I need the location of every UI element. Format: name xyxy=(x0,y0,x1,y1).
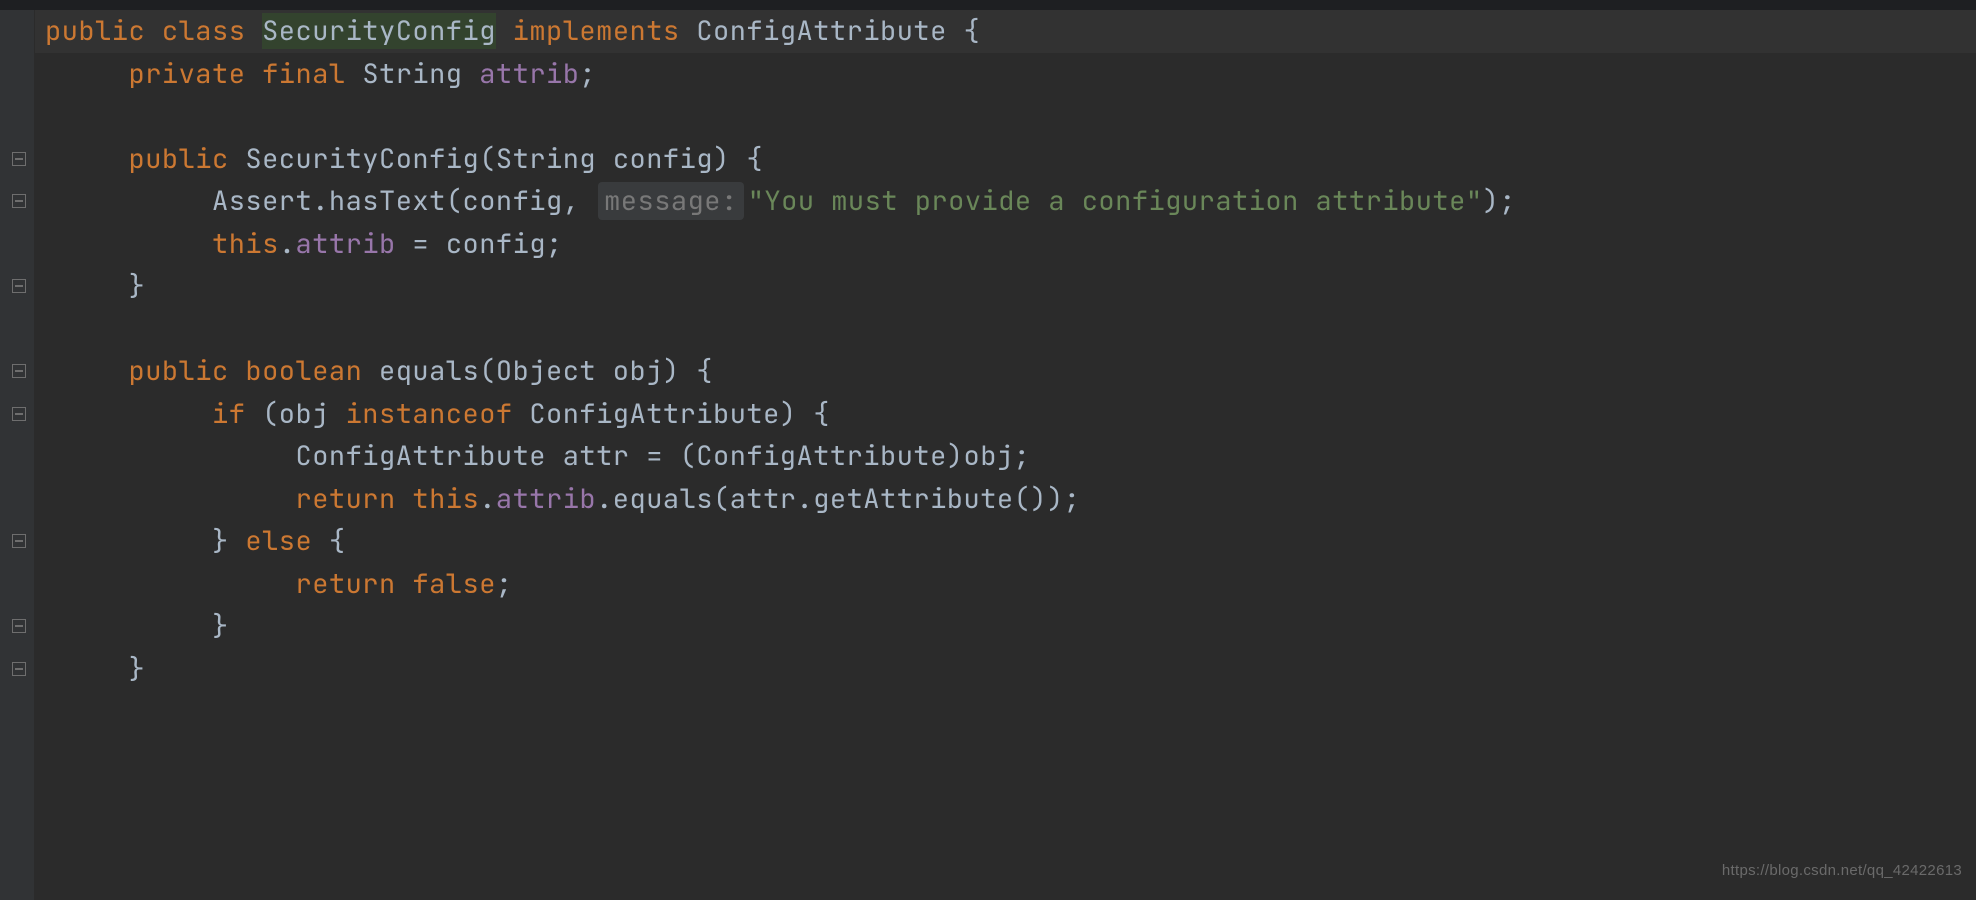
parameter-hint: message: xyxy=(598,182,744,220)
token-cls: ; xyxy=(579,56,596,92)
code-content[interactable]: public class SecurityConfig implements C… xyxy=(35,10,1976,690)
token-fld: attrib xyxy=(479,56,579,92)
fold-toggle-icon[interactable] xyxy=(12,662,26,676)
code-line[interactable]: return false; xyxy=(35,563,1976,606)
code-line[interactable]: this.attrib = config; xyxy=(35,223,1976,266)
editor-area: public class SecurityConfig implements C… xyxy=(0,10,1976,900)
token-kw: public boolean xyxy=(129,353,380,389)
token-cls: (String config) { xyxy=(479,141,763,177)
token-cls: } xyxy=(129,268,146,304)
token-cls: SecurityConfig xyxy=(262,13,496,49)
token-cls: SecurityConfig xyxy=(245,141,479,177)
token-cls: } xyxy=(129,651,146,687)
token-cls: } xyxy=(212,523,245,559)
code-line[interactable] xyxy=(35,95,1976,138)
token-kw: return this xyxy=(296,481,480,517)
dark-top-strip xyxy=(0,0,1976,10)
fold-toggle-icon[interactable] xyxy=(12,279,26,293)
token-cls: ); xyxy=(1483,183,1516,219)
token-kw: this xyxy=(212,226,279,262)
code-line[interactable]: public SecurityConfig(String config) { xyxy=(35,138,1976,181)
code-line[interactable]: private final String attrib; xyxy=(35,53,1976,96)
code-viewport[interactable]: public class SecurityConfig implements C… xyxy=(35,10,1976,900)
token-cls: String xyxy=(362,56,479,92)
fold-toggle-icon[interactable] xyxy=(12,152,26,166)
token-cls: { xyxy=(329,523,346,559)
token-cls: ConfigAttribute) { xyxy=(529,396,830,432)
token-fld: attrib xyxy=(496,481,596,517)
code-line[interactable]: Assert.hasText(config, message:"You must… xyxy=(35,180,1976,223)
token-kw: public xyxy=(45,13,162,49)
token-cls: . xyxy=(279,226,296,262)
token-cls: Assert.hasText(config, xyxy=(212,183,596,219)
token-cls: . xyxy=(479,481,496,517)
token-cls: } xyxy=(212,608,229,644)
token-kw: implements xyxy=(513,13,697,49)
code-line[interactable]: } xyxy=(35,605,1976,648)
token-cls: .equals(attr.getAttribute()); xyxy=(596,481,1080,517)
code-line[interactable]: ConfigAttribute attr = (ConfigAttribute)… xyxy=(35,435,1976,478)
token-kw: class xyxy=(162,13,262,49)
token-cls: ConfigAttribute { xyxy=(696,13,980,49)
token-str: "You must provide a configuration attrib… xyxy=(748,183,1483,219)
token-cls: ; xyxy=(496,566,513,602)
token-cls: = config; xyxy=(396,226,563,262)
token-kw: public xyxy=(129,141,246,177)
token-cls xyxy=(496,13,513,49)
code-line[interactable]: public boolean equals(Object obj) { xyxy=(35,350,1976,393)
fold-toggle-icon[interactable] xyxy=(12,534,26,548)
token-cls: equals(Object obj) { xyxy=(379,353,713,389)
token-fld: attrib xyxy=(296,226,396,262)
code-line[interactable]: public class SecurityConfig implements C… xyxy=(35,10,1976,53)
gutter[interactable] xyxy=(0,10,35,900)
code-line[interactable]: if (obj instanceof ConfigAttribute) { xyxy=(35,393,1976,436)
code-line[interactable]: } xyxy=(35,648,1976,691)
fold-toggle-icon[interactable] xyxy=(12,619,26,633)
token-kw: if xyxy=(212,396,262,432)
watermark-text: https://blog.csdn.net/qq_42422613 xyxy=(1722,850,1962,893)
code-line[interactable] xyxy=(35,308,1976,351)
token-kw: private final xyxy=(129,56,363,92)
token-cls: ConfigAttribute attr = (ConfigAttribute)… xyxy=(296,438,1031,474)
code-line[interactable]: return this.attrib.equals(attr.getAttrib… xyxy=(35,478,1976,521)
token-kw: instanceof xyxy=(346,396,530,432)
fold-toggle-icon[interactable] xyxy=(12,407,26,421)
token-kw: return false xyxy=(296,566,496,602)
code-line[interactable]: } xyxy=(35,265,1976,308)
fold-toggle-icon[interactable] xyxy=(12,364,26,378)
token-cls: (obj xyxy=(262,396,346,432)
code-line[interactable]: } else { xyxy=(35,520,1976,563)
fold-toggle-icon[interactable] xyxy=(12,194,26,208)
token-kw: else xyxy=(245,523,329,559)
